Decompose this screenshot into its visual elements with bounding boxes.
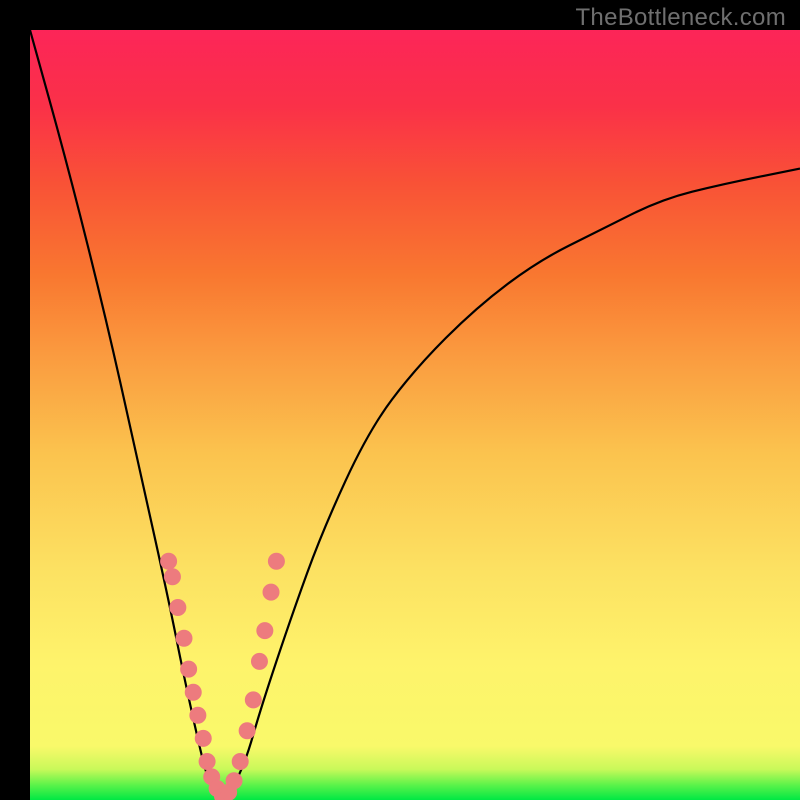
plot-area	[30, 30, 800, 800]
curve-marker	[176, 630, 192, 646]
curve-marker	[185, 684, 201, 700]
curve-marker	[239, 723, 255, 739]
curve-marker	[170, 600, 186, 616]
curve-marker	[263, 584, 279, 600]
bottleneck-curve	[30, 30, 800, 798]
curve-marker	[164, 569, 180, 585]
curve-marker	[232, 754, 248, 770]
watermark-text: TheBottleneck.com	[575, 4, 786, 32]
curve-marker	[245, 692, 261, 708]
curve-marker	[199, 754, 215, 770]
curve-marker	[181, 661, 197, 677]
chart-frame: TheBottleneck.com	[0, 0, 800, 800]
curve-marker	[195, 730, 211, 746]
bottleneck-curve-svg	[30, 30, 800, 800]
curve-marker	[161, 553, 177, 569]
curve-marker	[257, 623, 273, 639]
curve-marker	[251, 653, 267, 669]
curve-marker	[226, 773, 242, 789]
curve-marker	[268, 553, 284, 569]
curve-markers	[161, 553, 285, 800]
curve-marker	[190, 707, 206, 723]
